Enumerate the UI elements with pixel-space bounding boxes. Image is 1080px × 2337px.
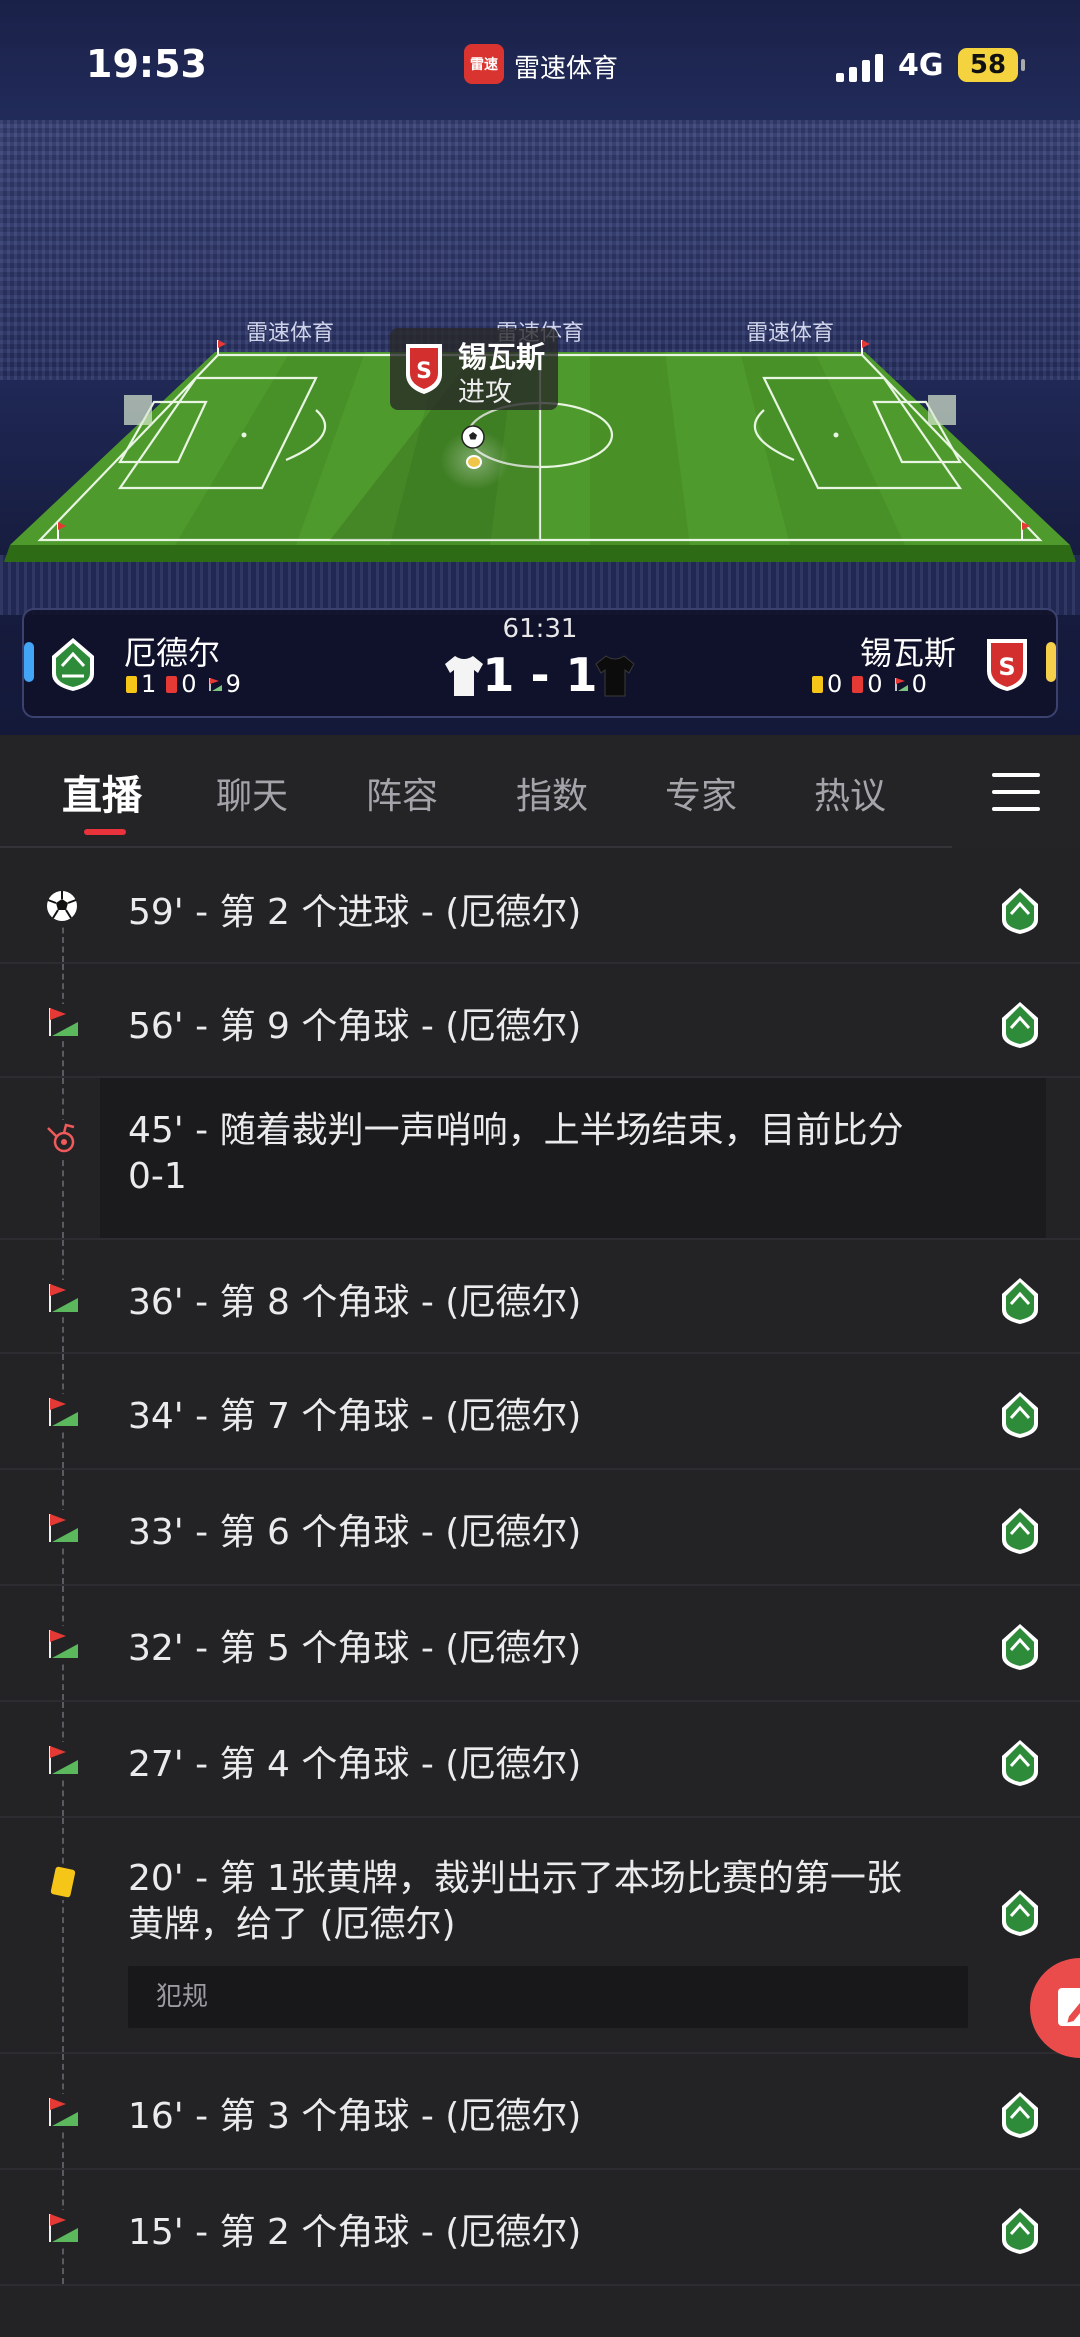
tab-bar: 直播 聊天 阵容 指数 专家 热议 [0,735,1080,847]
event-highlight-bg [100,1078,1046,1238]
event-row[interactable]: 56' - 第 9 个角球 - (厄德尔) [0,964,1080,1078]
event-text: 34' - 第 7 个角球 - (厄德尔) [128,1396,582,1437]
svg-text:S: S [416,359,432,384]
event-text: 32' - 第 5 个角球 - (厄德尔) [128,1628,582,1669]
sponsor-board-3: 雷速体育 [746,321,834,346]
away-corner-count: 0 [911,670,927,698]
event-text: 27' - 第 4 个角球 - (厄德尔) [128,1744,582,1785]
event-text: 36' - 第 8 个角球 - (厄德尔) [128,1282,582,1323]
signal-icon [836,52,886,82]
home-team-crest-icon [1002,1740,1038,1786]
event-text: 45' - 随着裁判一声哨响，上半场结束，目前比分 [128,1110,904,1151]
soccer-ball-icon [44,888,80,924]
event-row[interactable]: 16' - 第 3 个角球 - (厄德尔) [0,2054,1080,2170]
tab-live[interactable]: 直播 [62,763,142,821]
corner-flag-icon [44,1004,80,1040]
timeline-line [62,918,64,962]
home-team-crest-icon [1002,1278,1038,1324]
event-text: 56' - 第 9 个角球 - (厄德尔) [128,1006,582,1047]
stadium-header: 19:53 雷速 雷速体育 4G 58 雷速体育 雷速体育 雷速体育 [0,0,1080,735]
tab-experts[interactable]: 专家 [665,767,737,819]
home-team-crest-icon [1002,888,1038,934]
event-row[interactable]: 27' - 第 4 个角球 - (厄德尔) [0,1702,1080,1818]
event-row[interactable]: 36' - 第 8 个角球 - (厄德尔) [0,1240,1080,1354]
app-name: 雷速体育 [514,54,619,84]
event-row[interactable]: 32' - 第 5 个角球 - (厄德尔) [0,1586,1080,1702]
live-event-list: 59' - 第 2 个进球 - (厄德尔) 56' - 第 9 个角球 - (厄… [0,848,1080,2286]
event-row-halftime[interactable]: 45' - 随着裁判一声哨响，上半场结束，目前比分 0-1 [0,1078,1080,1240]
active-tab-indicator [84,829,126,835]
away-team-crest-icon[interactable]: S [984,636,1030,692]
corner-flag-icon [44,1280,80,1316]
timeline-line [62,1818,64,2052]
corner-flag-icon [44,1742,80,1778]
soccer-ball-marker-icon [461,425,485,449]
event-text: 33' - 第 6 个角球 - (厄德尔) [128,1512,582,1553]
event-text: 15' - 第 2 个角球 - (厄德尔) [128,2212,582,2253]
tab-lineup[interactable]: 阵容 [366,767,438,819]
battery-icon: 58 [958,48,1018,82]
timeline-line [62,1078,64,1238]
home-team-crest-icon [1002,1002,1038,1048]
network-type: 4G [898,48,944,83]
home-team-crest-icon [1002,1624,1038,1670]
tab-discussion[interactable]: 热议 [814,767,886,819]
home-team-crest-icon [1002,2092,1038,2138]
event-row[interactable]: 34' - 第 7 个角球 - (厄德尔) [0,1354,1080,1470]
away-yellow-count: 0 [827,670,843,698]
svg-text:S: S [998,653,1015,681]
away-team-name[interactable]: 锡瓦斯 [860,628,956,674]
tab-chat[interactable]: 聊天 [216,767,288,819]
corner-flag-icon [44,1394,80,1430]
sponsor-board-1: 雷速体育 [246,321,334,346]
tab-odds[interactable]: 指数 [516,767,588,819]
corner-flag-icon [44,1626,80,1662]
event-text: 59' - 第 2 个进球 - (厄德尔) [128,892,582,933]
away-team-crest-icon: S [406,344,442,394]
event-text-line2: 黄牌，给了 (厄德尔) [128,1904,456,1945]
menu-icon[interactable] [992,773,1040,813]
corner-flag-icon [44,1510,80,1546]
battery-nub [1021,59,1025,71]
ball-position-dot [466,455,482,469]
yellow-card-icon [44,1864,80,1900]
whistle-icon [44,1120,80,1156]
home-team-crest-icon [1002,1890,1038,1936]
possession-action: 进攻 [458,377,512,408]
away-red-count: 0 [867,670,883,698]
yellow-card-icon [812,675,823,693]
event-text: 16' - 第 3 个角球 - (厄德尔) [128,2096,582,2137]
corner-flag-icon [44,2094,80,2130]
event-row[interactable]: 15' - 第 2 个角球 - (厄德尔) [0,2170,1080,2286]
home-team-crest-icon [1002,2208,1038,2254]
event-text-line2: 0-1 [128,1156,187,1197]
event-note: 犯规 [128,1966,968,2028]
event-text: 20' - 第 1张黄牌，裁判出示了本场比赛的第一张 [128,1858,902,1899]
app-logo-icon: 雷速 [464,44,504,84]
corner-flag-icon [44,2210,80,2246]
event-row-yellow-card[interactable]: 20' - 第 1张黄牌，裁判出示了本场比赛的第一张 黄牌，给了 (厄德尔) 犯… [0,1818,1080,2054]
corner-icon [894,678,908,691]
status-time: 19:53 [86,42,207,86]
home-team-crest-icon [1002,1392,1038,1438]
away-stats: 0 0 0 [812,670,937,698]
red-card-icon [852,675,864,693]
away-kit-icon [595,655,635,697]
edit-icon [1058,1988,1080,2026]
possession-popup: S 锡瓦斯 进攻 [390,328,558,410]
event-row[interactable]: 33' - 第 6 个角球 - (厄德尔) [0,1470,1080,1586]
home-team-crest-icon [1002,1508,1038,1554]
event-row[interactable]: 59' - 第 2 个进球 - (厄德尔) [0,848,1080,964]
